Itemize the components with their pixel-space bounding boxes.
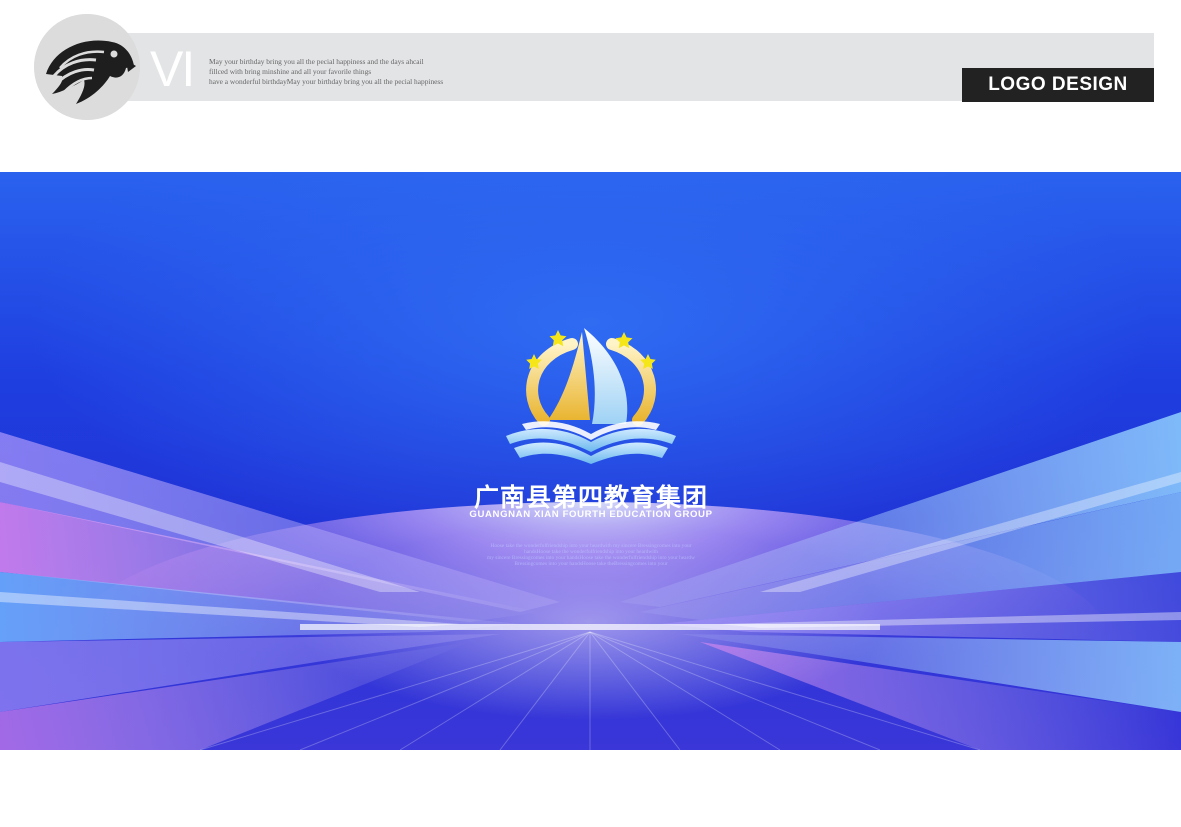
logo-design-label: LOGO DESIGN bbox=[962, 68, 1154, 102]
header-tagline: May your birthday bring you all the peci… bbox=[209, 57, 539, 87]
eagle-head-icon bbox=[34, 14, 140, 120]
brand-name-en: GUANGNAN XIAN FOURTH EDUCATION GROUP bbox=[469, 509, 713, 520]
tagline-line: fillced with bring minshine and all your… bbox=[209, 67, 372, 76]
brand-blurb: Hoose take the wonderfulfriendship into … bbox=[440, 543, 742, 567]
sailboat-book-emblem bbox=[506, 328, 676, 464]
vi-label: VI bbox=[150, 41, 195, 97]
tagline-line: May your birthday bring you all the peci… bbox=[209, 57, 424, 66]
blurb-line: Bressingcomes into your handsHoose take … bbox=[514, 561, 668, 567]
tagline-line: have a wonderful birthdayMay your birthd… bbox=[209, 77, 444, 86]
